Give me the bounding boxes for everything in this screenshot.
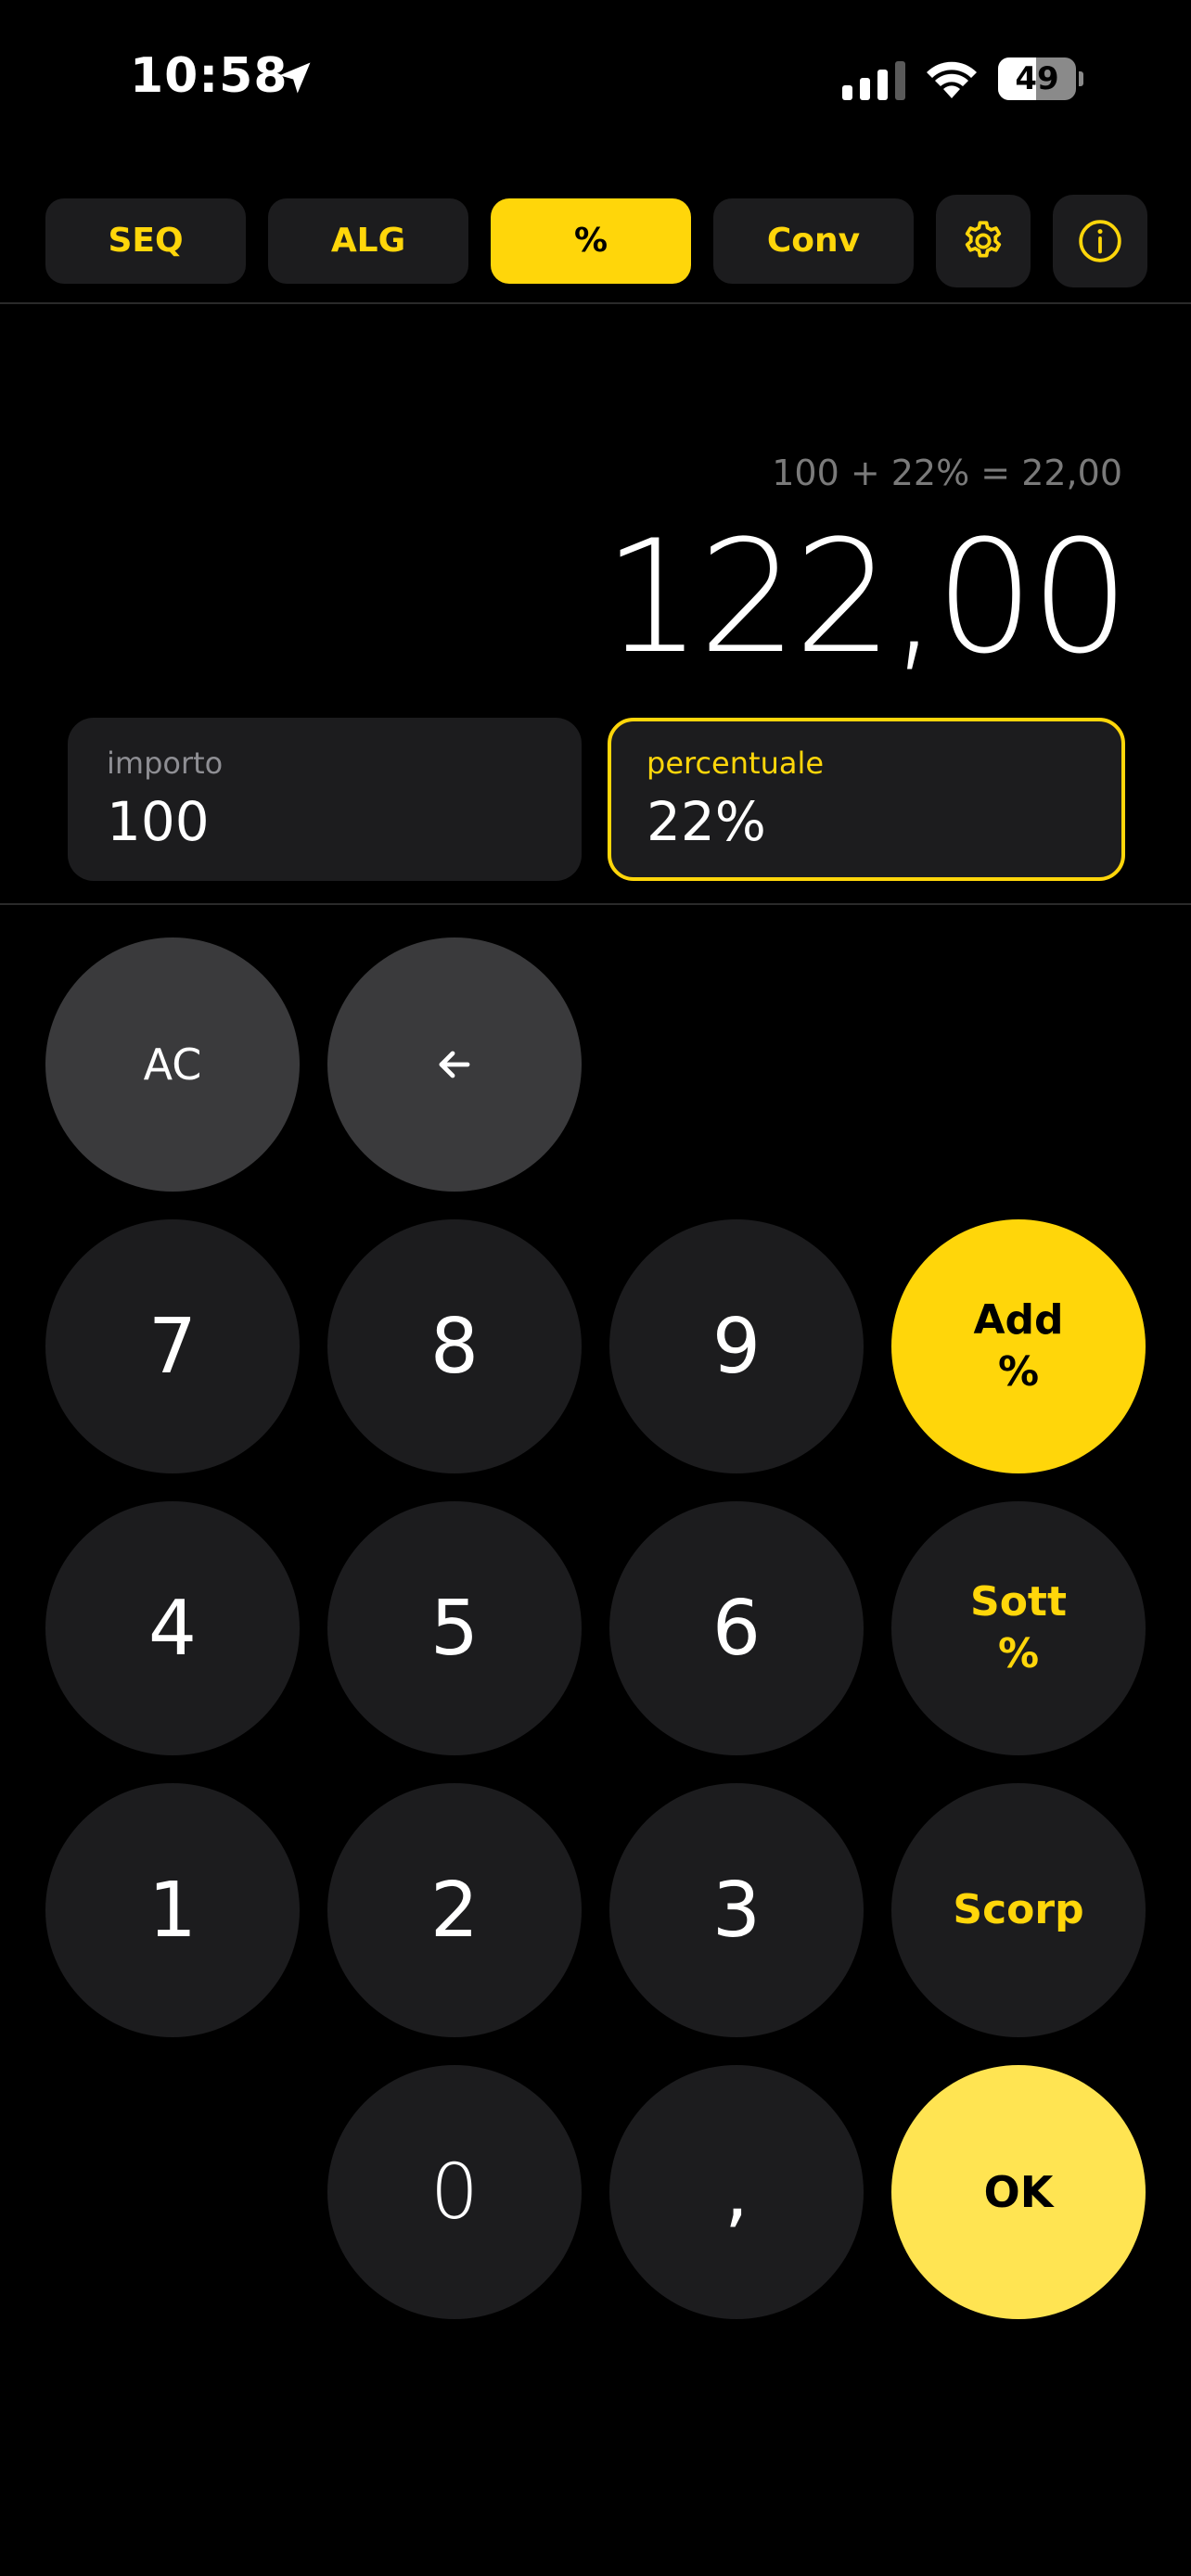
- key-4[interactable]: 4: [45, 1501, 300, 1755]
- subtract-percent-button[interactable]: Sott %: [891, 1501, 1146, 1755]
- ok-button[interactable]: OK: [891, 2065, 1146, 2319]
- settings-button[interactable]: [936, 195, 1031, 287]
- result-display: 122,00: [603, 506, 1130, 688]
- battery-level: 49: [1015, 60, 1059, 97]
- add-percent-button[interactable]: Add %: [891, 1219, 1146, 1473]
- expression-line: 100 + 22% = 22,00: [772, 453, 1122, 493]
- backspace-button[interactable]: [327, 937, 582, 1192]
- amount-label: importo: [107, 746, 224, 781]
- key-8[interactable]: 8: [327, 1219, 582, 1473]
- key-7[interactable]: 7: [45, 1219, 300, 1473]
- subtract-percent-label: Sott %: [970, 1576, 1067, 1680]
- status-time: 10:58: [130, 48, 288, 104]
- info-button[interactable]: [1053, 195, 1147, 287]
- cellular-signal-icon: [842, 61, 905, 100]
- key-5[interactable]: 5: [327, 1501, 582, 1755]
- battery-body: 49: [998, 57, 1076, 100]
- key-0[interactable]: 0: [327, 2065, 582, 2319]
- percent-value: 22%: [647, 790, 766, 853]
- location-arrow-icon: [279, 62, 311, 94]
- add-percent-line2: %: [997, 1348, 1040, 1396]
- key-9[interactable]: 9: [609, 1219, 864, 1473]
- add-percent-label: Add %: [973, 1294, 1063, 1398]
- tab-alg[interactable]: ALG: [268, 198, 468, 284]
- clear-button[interactable]: AC: [45, 937, 300, 1192]
- decimal-comma-button[interactable]: ,: [609, 2065, 864, 2319]
- tabs-divider: [0, 302, 1191, 304]
- battery-indicator: 49: [998, 57, 1083, 100]
- info-icon: [1079, 220, 1121, 262]
- display-divider: [0, 903, 1191, 905]
- tab-seq[interactable]: SEQ: [45, 198, 246, 284]
- status-bar: 10:58 49: [0, 0, 1191, 158]
- subtract-percent-line2: %: [997, 1630, 1040, 1677]
- battery-tip: [1079, 71, 1083, 86]
- tab-conv[interactable]: Conv: [713, 198, 914, 284]
- percent-field[interactable]: percentuale 22%: [608, 718, 1125, 881]
- amount-field[interactable]: importo 100: [68, 718, 582, 881]
- key-2[interactable]: 2: [327, 1783, 582, 2037]
- gear-icon: [965, 221, 1002, 258]
- wifi-icon: [927, 61, 977, 98]
- tab-percent[interactable]: %: [491, 198, 691, 284]
- arrow-left-icon: [439, 1051, 470, 1078]
- discount-button[interactable]: Scorp: [891, 1783, 1146, 2037]
- add-percent-line1: Add: [973, 1296, 1064, 1344]
- subtract-percent-line1: Sott: [970, 1578, 1067, 1626]
- percent-label: percentuale: [647, 746, 825, 781]
- key-3[interactable]: 3: [609, 1783, 864, 2037]
- key-1[interactable]: 1: [45, 1783, 300, 2037]
- key-6[interactable]: 6: [609, 1501, 864, 1755]
- amount-value: 100: [107, 790, 210, 853]
